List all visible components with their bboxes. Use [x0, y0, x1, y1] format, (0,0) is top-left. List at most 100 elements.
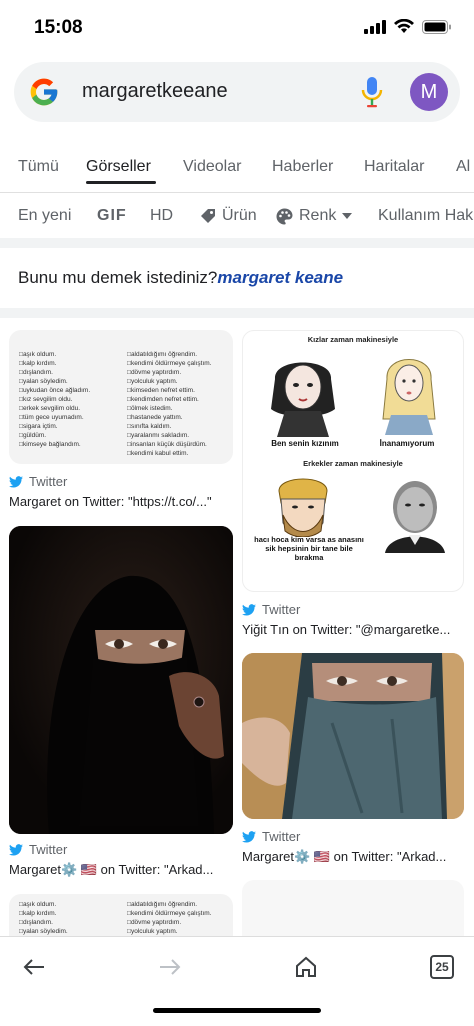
tab-images[interactable]: Görseller: [86, 158, 151, 176]
filter-gif[interactable]: GIF: [97, 207, 127, 225]
section-divider: [0, 308, 474, 318]
meme-title-bottom: Erkekler zaman makinesiyle: [303, 459, 403, 468]
filter-recent-label: En yeni: [18, 207, 72, 224]
twitter-icon: [9, 475, 23, 487]
arrow-right-icon: [160, 959, 181, 975]
result-source: Twitter: [242, 829, 300, 844]
filter-gif-label: GIF: [97, 207, 127, 224]
checklist-item: yalan söyledim.: [19, 377, 90, 386]
active-tab-indicator: [86, 181, 156, 184]
tab-all[interactable]: Tümü: [18, 158, 59, 176]
search-input[interactable]: margaretkeeane: [82, 80, 228, 103]
checklist-item: kendimi öldürmeye çalıştım.: [127, 909, 212, 918]
checklist-item: kız sevgilim oldu.: [19, 395, 90, 404]
filter-product-label: Ürün: [222, 207, 257, 224]
signal-icon: [364, 19, 386, 34]
checklist-item: tüm gece uyumadım.: [19, 413, 90, 422]
meme-caption-3: hacı hoca kim varsa as anasını sik hepsi…: [254, 535, 364, 562]
photo-woman-teal-niqab: [242, 653, 464, 819]
checklist-item: yaralanmı sakladım.: [127, 431, 212, 440]
checklist-right-column: aldatıldığımı öğrendim.kendimi öldürmeye…: [127, 900, 212, 936]
palette-icon: [276, 208, 293, 224]
checklist-item: erkek sevgilim oldu.: [19, 404, 90, 413]
result-source: Twitter: [9, 842, 67, 857]
result-caption[interactable]: Yiğit Tın on Twitter: "@margaretke...: [242, 622, 464, 637]
home-icon: [296, 956, 316, 977]
twitter-icon: [9, 843, 23, 855]
meme-portrait-photo: [375, 473, 455, 553]
status-icons: [364, 19, 452, 34]
checklist-item: sigara içtim.: [19, 422, 90, 431]
result-source: Twitter: [9, 474, 67, 489]
search-tabs: Tümü Görseller Videolar Haberler Harital…: [0, 145, 474, 193]
battery-icon: [422, 19, 451, 34]
checklist-item: yolculuk yaptım.: [127, 927, 212, 936]
meme-chad-drawing: [278, 478, 328, 537]
checklist-item: insanları küçük düşürdüm.: [127, 440, 212, 449]
result-caption[interactable]: Margaret on Twitter: "https://t.co/...": [9, 494, 233, 509]
filter-usage-label: Kullanım Hak: [378, 207, 474, 224]
result-source-label: Twitter: [29, 474, 68, 489]
result-image-meme[interactable]: Kızlar zaman makinesiyle Ben senin kızın…: [242, 330, 464, 592]
checklist-item: ölmek istedim.: [127, 404, 212, 413]
meme-blonde-drawing: [382, 359, 436, 435]
tab-news[interactable]: Haberler: [272, 158, 333, 176]
result-image-dark-photo[interactable]: [9, 526, 233, 834]
back-button[interactable]: [18, 951, 50, 983]
checklist-item: aldatıldığımı öğrendim.: [127, 350, 212, 359]
checklist-item: dışlandım.: [19, 918, 68, 927]
section-divider: [0, 238, 474, 248]
filter-recent[interactable]: En yeni: [18, 207, 71, 225]
checklist-item: kendimden nefret ettim.: [127, 395, 212, 404]
filter-product[interactable]: Ürün: [200, 207, 257, 225]
result-source: Twitter: [242, 602, 300, 617]
forward-button[interactable]: [154, 951, 186, 983]
filter-hd-label: HD: [150, 207, 174, 224]
home-button[interactable]: [290, 951, 322, 983]
checklist-left-column: aşık oldum.kalp kırdım.dışlandım.yalan s…: [19, 350, 90, 449]
tab-count: 25: [430, 955, 454, 979]
result-source-label: Twitter: [262, 829, 301, 844]
home-indicator: [153, 1008, 321, 1013]
checklist-item: aşık oldum.: [19, 900, 68, 909]
tab-more[interactable]: Al: [456, 158, 470, 176]
filter-color[interactable]: Renk: [276, 207, 353, 225]
avatar[interactable]: M: [410, 73, 448, 111]
meme-caption-1: Ben senin kızınım: [271, 439, 339, 448]
checklist-item: kimseye bağlandım.: [19, 440, 90, 449]
filter-chips: En yeni GIF HD Ürün Renk Kullanım Hak: [0, 193, 474, 241]
meme-caption-2: İnanamıyorum: [379, 439, 435, 448]
result-image-checklist[interactable]: aşık oldum.kalp kırdım.dışlandım.yalan s…: [9, 330, 233, 464]
checklist-item: dövme yaptırdım.: [127, 918, 212, 927]
filter-usage-rights[interactable]: Kullanım Hak: [378, 207, 473, 225]
tab-maps[interactable]: Haritalar: [364, 158, 424, 176]
chevron-down-icon: [342, 213, 353, 219]
result-source-label: Twitter: [29, 842, 68, 857]
checklist-item: kimseden nefret ettim.: [127, 386, 212, 395]
checklist-item: aldatıldığımı öğrendim.: [127, 900, 212, 909]
checklist-left-column: aşık oldum.kalp kırdım.dışlandım.yalan s…: [19, 900, 68, 936]
twitter-icon: [242, 830, 256, 842]
did-you-mean-prefix: Bunu mu demek istediniz?: [18, 268, 218, 287]
did-you-mean-link[interactable]: margaret keane: [217, 268, 343, 287]
checklist-right-column: aldatıldığımı öğrendim.kendimi öldürmeye…: [127, 350, 212, 458]
result-source-label: Twitter: [262, 602, 301, 617]
checklist-item: kalp kırdım.: [19, 909, 68, 918]
status-time: 15:08: [34, 17, 83, 38]
filter-hd[interactable]: HD: [150, 207, 173, 225]
google-logo-icon: [30, 78, 58, 106]
mic-icon[interactable]: [360, 76, 384, 108]
checklist-item: dışlandım.: [19, 368, 90, 377]
result-caption[interactable]: Margaret⚙️ 🇺🇸 on Twitter: "Arkad...: [242, 849, 464, 865]
tabs-button[interactable]: 25: [426, 951, 458, 983]
search-box[interactable]: margaretkeeane M: [14, 62, 460, 122]
tab-videos[interactable]: Videolar: [183, 158, 241, 176]
result-caption[interactable]: Margaret⚙️ 🇺🇸 on Twitter: "Arkad...: [9, 862, 233, 878]
wifi-icon: [394, 19, 414, 33]
checklist-item: kendimi kabul ettim.: [127, 449, 212, 458]
result-image-teal-photo[interactable]: [242, 653, 464, 819]
checklist-item: kendimi öldürmeye çalıştım.: [127, 359, 212, 368]
checklist-item: dövme yaptırdım.: [127, 368, 212, 377]
checklist-item: aşık oldum.: [19, 350, 90, 359]
did-you-mean: Bunu mu demek istediniz?margaret keane: [18, 268, 343, 288]
